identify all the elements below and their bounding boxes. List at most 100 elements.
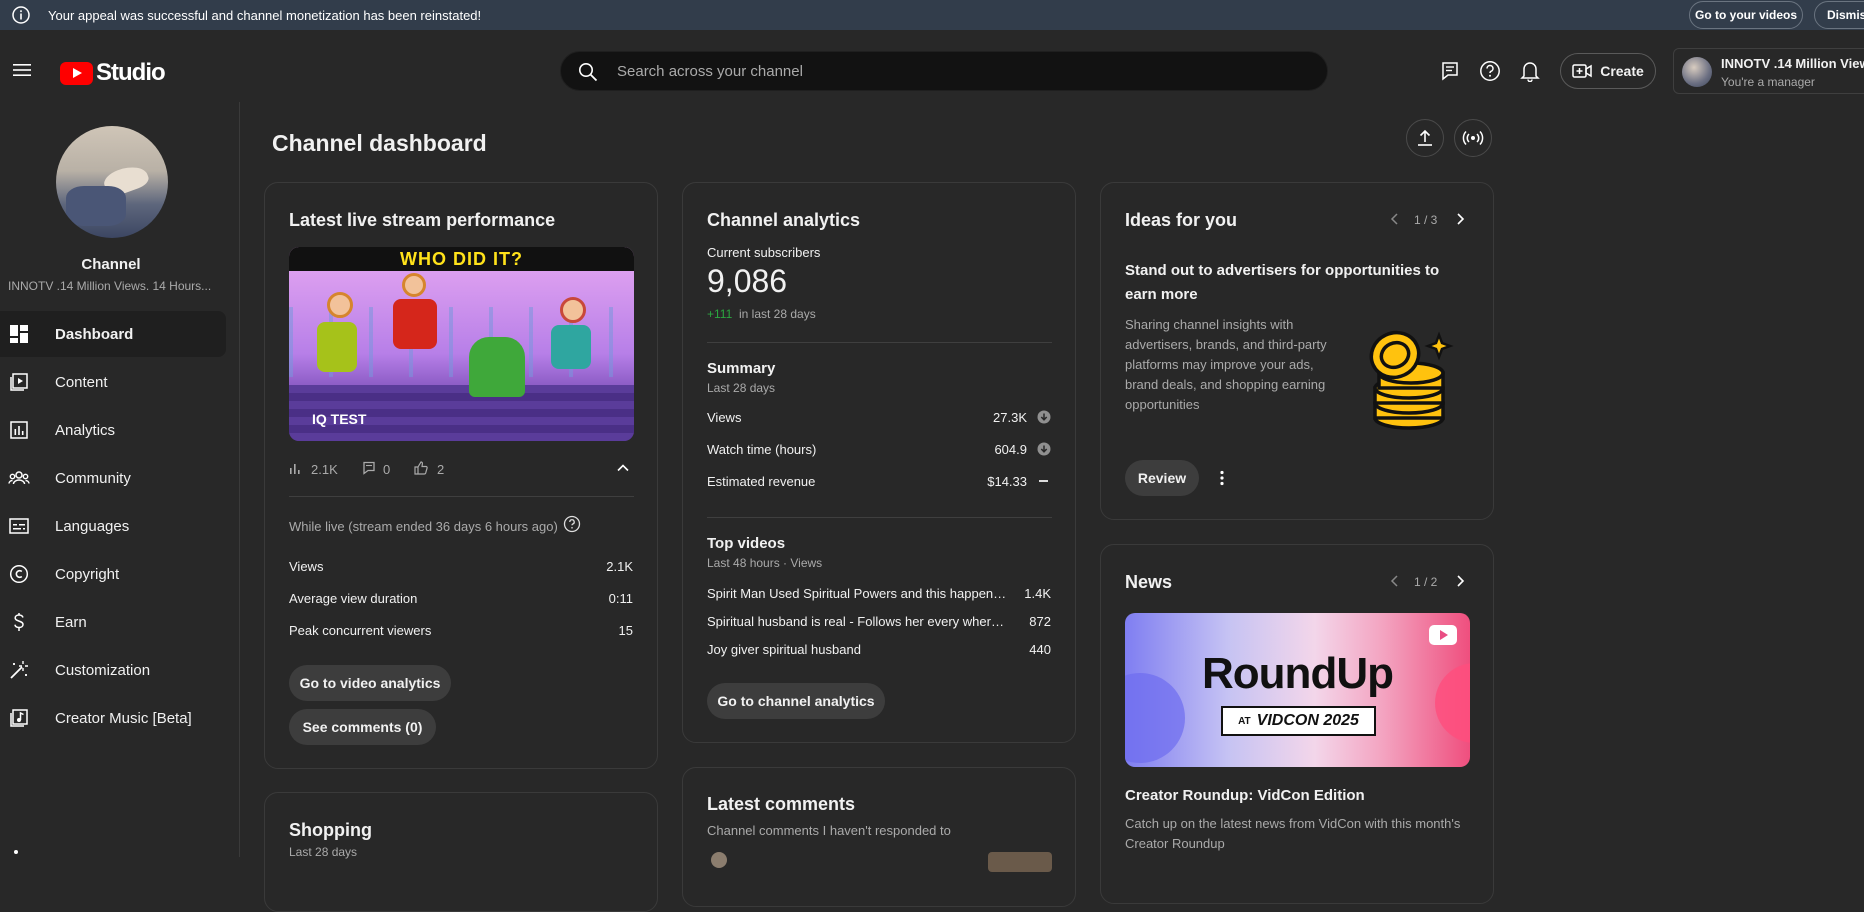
review-button[interactable]: Review — [1125, 460, 1199, 496]
summary-label: Watch time (hours) — [707, 442, 817, 457]
account-role: You're a manager — [1721, 75, 1815, 89]
trend-down-icon — [1037, 410, 1051, 424]
trend-flat-icon — [1039, 480, 1048, 482]
channel-name: INNOTV .14 Million Views. 14 Hours... — [8, 279, 212, 293]
trend-down-icon — [1037, 442, 1051, 456]
account-avatar — [1682, 57, 1712, 87]
idea-title: Stand out to advertisers for opportuniti… — [1125, 262, 1440, 303]
go-to-videos-button[interactable]: Go to your videos — [1689, 1, 1803, 29]
chevron-right-icon[interactable] — [1453, 574, 1467, 588]
summary-title: Summary — [707, 360, 776, 377]
likes-stat-icon — [414, 461, 428, 475]
languages-icon — [8, 515, 30, 537]
sidebar-item-customization[interactable]: Customization — [0, 647, 226, 693]
chevron-left-icon[interactable] — [1388, 574, 1402, 588]
thumbnail-caption: IQ TEST — [312, 411, 367, 427]
sidebar-item-label: Dashboard — [55, 325, 134, 343]
subscribers-delta: +111 — [707, 307, 733, 321]
stream-thumbnail[interactable]: WHO DID IT? IQ TEST — [289, 247, 634, 441]
copyright-icon — [8, 563, 30, 585]
live-icon — [1462, 129, 1484, 147]
go-live-button[interactable] — [1454, 119, 1492, 157]
summary-value: 27.3K — [993, 410, 1027, 425]
help-icon[interactable] — [1477, 58, 1503, 84]
sidebar-item-label: Languages — [55, 517, 130, 535]
shopping-card: Shopping Last 28 days — [264, 792, 658, 912]
sidebar-item-community[interactable]: Community — [0, 455, 226, 501]
thumbnail-title: WHO DID IT? — [400, 249, 523, 269]
news-image-badge: AT VIDCON 2025 — [1221, 706, 1376, 736]
create-button[interactable]: Create — [1560, 53, 1656, 89]
stat-label: Views — [289, 559, 324, 574]
stat-value: 2.1K — [606, 559, 633, 574]
sidebar-item-copyright[interactable]: Copyright — [0, 551, 226, 597]
search-bar[interactable] — [560, 51, 1328, 91]
comments-stat: 0 — [383, 462, 391, 477]
ideas-card: Ideas for you 1 / 3 Stand out to adverti… — [1100, 182, 1494, 520]
channel-analytics-card: Channel analytics Current subscribers 9,… — [682, 182, 1076, 743]
collapse-chevron-up-icon[interactable] — [615, 460, 631, 476]
earn-icon — [8, 611, 30, 633]
sidebar-item-content[interactable]: Content — [0, 359, 226, 405]
top-video-views: 1.4K — [1024, 586, 1051, 601]
page-title: Channel dashboard — [272, 130, 487, 156]
upload-icon — [1416, 129, 1434, 147]
sidebar-item-label: Community — [55, 469, 131, 487]
sidebar-item-dashboard[interactable]: Dashboard — [0, 311, 226, 357]
summary-label: Estimated revenue — [707, 474, 816, 489]
menu-icon[interactable] — [8, 56, 36, 84]
top-video-views: 440 — [1029, 642, 1051, 657]
coins-icon — [1359, 323, 1459, 433]
sidebar-item-label: Analytics — [55, 421, 116, 439]
stat-label: Average view duration — [289, 591, 418, 606]
top-videos-period: Last 48 hours · Views — [707, 556, 823, 570]
divider — [289, 496, 634, 497]
studio-logo[interactable]: Studio — [60, 59, 166, 87]
likes-stat: 2 — [437, 462, 445, 477]
live-stream-card: Latest live stream performance WHO DID I… — [264, 182, 658, 769]
news-image[interactable]: RoundUp AT VIDCON 2025 — [1125, 613, 1470, 767]
stat-value: 0:11 — [608, 591, 633, 606]
top-video-title[interactable]: Spirit Man Used Spiritual Powers and thi… — [707, 586, 1007, 601]
sidebar-item-creator-music[interactable]: Creator Music [Beta] — [0, 695, 226, 741]
comment-video-thumbnail[interactable] — [988, 852, 1052, 872]
go-to-channel-analytics-button[interactable]: Go to channel analytics — [707, 683, 885, 719]
more-options-icon[interactable] — [1219, 470, 1225, 486]
search-icon — [577, 61, 599, 83]
sidebar-item-earn[interactable]: Earn — [0, 599, 226, 645]
sidebar-item-label: Customization — [55, 661, 151, 679]
chevron-left-icon[interactable] — [1388, 212, 1402, 226]
help-icon[interactable] — [563, 515, 581, 533]
search-input[interactable] — [617, 52, 1297, 90]
sidebar-item-label: Creator Music [Beta] — [55, 709, 192, 727]
sidebar-item-label: Copyright — [55, 565, 120, 583]
divider — [707, 342, 1052, 343]
analytics-icon — [8, 419, 30, 441]
news-headline[interactable]: Creator Roundup: VidCon Edition — [1125, 787, 1365, 804]
subscribers-value: 9,086 — [707, 263, 788, 299]
customization-icon — [8, 659, 30, 681]
summary-value: $14.33 — [987, 474, 1027, 489]
feedback-icon[interactable] — [1437, 58, 1463, 84]
top-video-title[interactable]: Spiritual husband is real - Follows her … — [707, 614, 1007, 629]
summary-period: Last 28 days — [707, 381, 776, 395]
summary-value: 604.9 — [994, 442, 1027, 457]
sidebar-item-analytics[interactable]: Analytics — [0, 407, 226, 453]
news-card: News 1 / 2 RoundUp AT VIDCON 2025 Creato… — [1100, 544, 1494, 904]
card-title: Channel analytics — [707, 210, 861, 230]
top-video-title[interactable]: Joy giver spiritual husband — [707, 642, 1007, 657]
see-comments-button[interactable]: See comments (0) — [289, 709, 436, 745]
content-icon — [8, 371, 30, 393]
dismiss-button[interactable]: Dismiss — [1814, 1, 1864, 29]
sidebar-item-languages[interactable]: Languages — [0, 503, 226, 549]
account-switcher[interactable]: INNOTV .14 Million Views You're a manage… — [1673, 48, 1864, 94]
chevron-right-icon[interactable] — [1453, 212, 1467, 226]
commenter-avatar — [711, 852, 727, 868]
notifications-icon[interactable] — [1517, 58, 1543, 84]
upload-button[interactable] — [1406, 119, 1444, 157]
while-live-label: While live (stream ended 36 days 6 hours… — [289, 519, 558, 534]
create-icon — [1572, 63, 1592, 79]
channel-avatar[interactable] — [56, 126, 168, 238]
channel-title: Channel — [81, 256, 141, 273]
go-to-video-analytics-button[interactable]: Go to video analytics — [289, 665, 451, 701]
